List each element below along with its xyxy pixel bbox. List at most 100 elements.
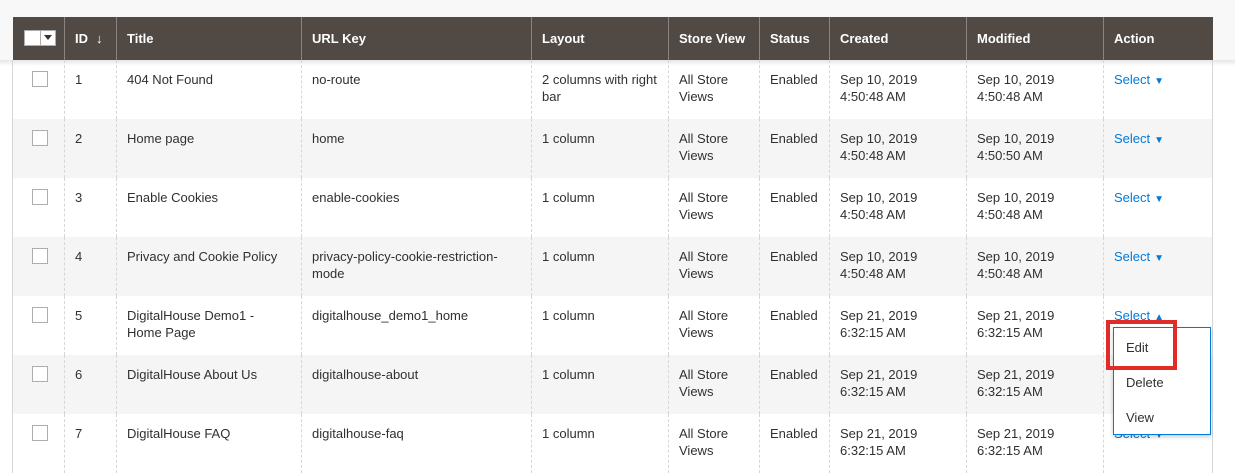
row-checkbox[interactable] <box>32 130 48 146</box>
column-header-modified[interactable]: Modified <box>966 17 1104 60</box>
action-select-link[interactable]: Select▼ <box>1114 190 1164 205</box>
cell-store-view: All Store Views <box>668 60 760 119</box>
mass-select-dropdown[interactable] <box>23 29 56 46</box>
action-select-link[interactable]: Select▼ <box>1114 72 1164 87</box>
table-row: 5 DigitalHouse Demo1 - Home Page digitalho… <box>12 296 1213 355</box>
cell-url-key: privacy-policy-cookie-restriction-mode <box>301 237 532 296</box>
caret-down-icon: ▼ <box>1154 253 1165 264</box>
cell-modified: Sep 10, 2019 4:50:48 AM <box>966 60 1104 119</box>
table-header-row: ID ↓ Title URL Key Layout Store View Stat… <box>12 17 1213 60</box>
cell-title: Privacy and Cookie Policy <box>116 237 302 296</box>
chevron-down-icon[interactable] <box>39 30 55 45</box>
cell-modified: Sep 10, 2019 4:50:50 AM <box>966 119 1104 178</box>
row-checkbox-cell <box>12 414 65 473</box>
column-header-store-view[interactable]: Store View <box>668 17 760 60</box>
cell-id: 3 <box>64 178 117 237</box>
cell-url-key: home <box>301 119 532 178</box>
column-label-title: Title <box>127 31 154 46</box>
column-header-status[interactable]: Status <box>759 17 830 60</box>
cell-status: Enabled <box>759 355 830 414</box>
column-label-created: Created <box>840 31 889 46</box>
cell-url-key: digitalhouse-faq <box>301 414 532 473</box>
table-row: 6 DigitalHouse About Us digitalhouse-about… <box>12 355 1213 414</box>
action-select-label: Select <box>1114 190 1151 205</box>
cell-id: 5 <box>64 296 117 355</box>
column-label-status: Status <box>770 31 810 46</box>
cell-id: 1 <box>64 60 117 119</box>
row-checkbox-cell <box>12 237 65 296</box>
cell-modified: Sep 21, 2019 6:32:15 AM <box>966 296 1104 355</box>
cell-created: Sep 10, 2019 4:50:48 AM <box>829 237 967 296</box>
cell-url-key: no-route <box>301 60 532 119</box>
cell-layout: 1 column <box>531 178 669 237</box>
column-header-layout[interactable]: Layout <box>531 17 669 60</box>
column-header-title[interactable]: Title <box>116 17 302 60</box>
cell-modified: Sep 10, 2019 4:50:48 AM <box>966 237 1104 296</box>
cell-status: Enabled <box>759 296 830 355</box>
row-checkbox[interactable] <box>32 71 48 87</box>
cell-created: Sep 21, 2019 6:32:15 AM <box>829 355 967 414</box>
cell-status: Enabled <box>759 237 830 296</box>
menu-item-view[interactable]: View <box>1126 410 1154 425</box>
mass-select-checkbox[interactable] <box>24 30 40 45</box>
column-header-id[interactable]: ID ↓ <box>64 17 117 60</box>
cell-store-view: All Store Views <box>668 119 760 178</box>
caret-down-icon: ▼ <box>1154 194 1165 205</box>
row-checkbox[interactable] <box>32 307 48 323</box>
row-checkbox[interactable] <box>32 248 48 264</box>
mass-select-header <box>12 17 65 60</box>
cell-layout: 1 column <box>531 119 669 178</box>
cell-action: Select▼ <box>1103 178 1213 237</box>
row-checkbox[interactable] <box>32 189 48 205</box>
cell-store-view: All Store Views <box>668 296 760 355</box>
cell-layout: 2 columns with right bar <box>531 60 669 119</box>
menu-item-delete[interactable]: Delete <box>1126 375 1164 390</box>
cell-created: Sep 10, 2019 4:50:48 AM <box>829 60 967 119</box>
cell-created: Sep 21, 2019 6:32:15 AM <box>829 414 967 473</box>
cell-store-view: All Store Views <box>668 237 760 296</box>
cell-id: 4 <box>64 237 117 296</box>
cell-title: Home page <box>116 119 302 178</box>
cell-modified: Sep 21, 2019 6:32:15 AM <box>966 414 1104 473</box>
row-checkbox-cell <box>12 178 65 237</box>
table-row: 1 404 Not Found no-route 2 columns with rig… <box>12 60 1213 119</box>
pages-table: ID ↓ Title URL Key Layout Store View Stat… <box>12 17 1213 473</box>
action-select-link[interactable]: Select▼ <box>1114 131 1164 146</box>
column-header-created[interactable]: Created <box>829 17 967 60</box>
column-label-id: ID <box>75 31 88 46</box>
cell-title: DigitalHouse About Us <box>116 355 302 414</box>
cell-modified: Sep 21, 2019 6:32:15 AM <box>966 355 1104 414</box>
caret-down-icon: ▼ <box>1154 76 1165 87</box>
cell-title: 404 Not Found <box>116 60 302 119</box>
cell-action: Select▼ <box>1103 60 1213 119</box>
cell-title: DigitalHouse Demo1 - Home Page <box>116 296 302 355</box>
column-label-action: Action <box>1114 31 1155 46</box>
cell-id: 6 <box>64 355 117 414</box>
cell-status: Enabled <box>759 119 830 178</box>
cell-id: 7 <box>64 414 117 473</box>
cell-status: Enabled <box>759 414 830 473</box>
column-header-url-key[interactable]: URL Key <box>301 17 532 60</box>
column-label-url-key: URL Key <box>312 31 366 46</box>
cell-url-key: digitalhouse-about <box>301 355 532 414</box>
action-select-link[interactable]: Select▼ <box>1114 249 1164 264</box>
row-checkbox-cell <box>12 355 65 414</box>
column-label-store-view: Store View <box>679 31 746 46</box>
cell-title: DigitalHouse FAQ <box>116 414 302 473</box>
row-checkbox[interactable] <box>32 425 48 441</box>
table-row: 7 DigitalHouse FAQ digitalhouse-faq 1 colum… <box>12 414 1213 473</box>
column-label-modified: Modified <box>977 31 1031 46</box>
sort-arrow-icon: ↓ <box>96 31 103 46</box>
table-row: 2 Home page home 1 column All Store Views Ena… <box>12 119 1213 178</box>
cell-layout: 1 column <box>531 414 669 473</box>
cell-action: Select▼ <box>1103 119 1213 178</box>
cell-store-view: All Store Views <box>668 355 760 414</box>
cell-store-view: All Store Views <box>668 414 760 473</box>
row-checkbox-cell <box>12 60 65 119</box>
cell-created: Sep 10, 2019 4:50:48 AM <box>829 119 967 178</box>
cell-url-key: enable-cookies <box>301 178 532 237</box>
row-checkbox-cell <box>12 119 65 178</box>
action-select-label: Select <box>1114 72 1151 87</box>
cell-url-key: digitalhouse_demo1_home <box>301 296 532 355</box>
row-checkbox[interactable] <box>32 366 48 382</box>
